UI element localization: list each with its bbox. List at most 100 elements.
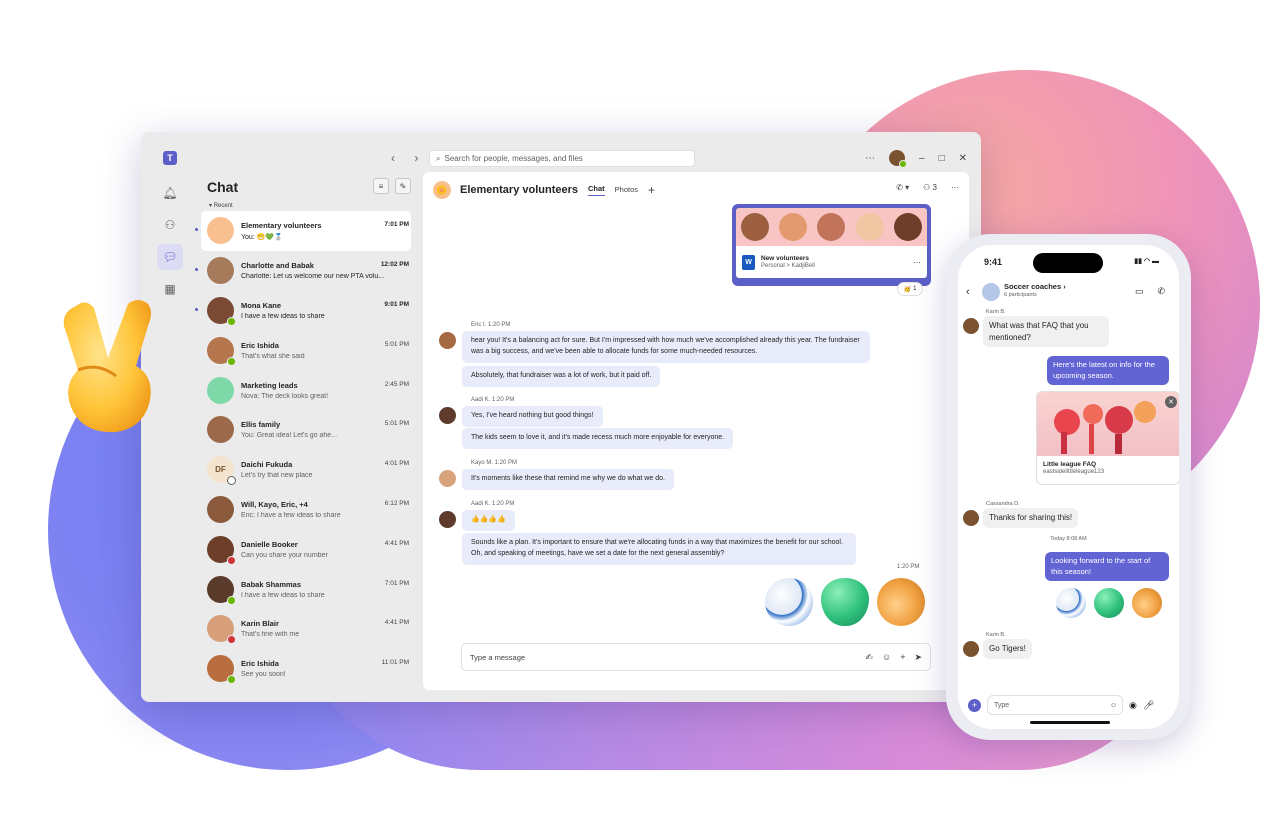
chat-preview: Nova: The deck looks great! [241,392,329,400]
phone-call-icon[interactable]: ✆ [1157,286,1165,297]
participants-button[interactable]: ⚇ 3 [923,183,937,192]
close-icon[interactable]: ✕ [1165,396,1177,408]
minimize-button[interactable]: – [919,153,925,164]
maximize-button[interactable]: □ [939,153,945,164]
communities-icon[interactable]: ⚇ [157,212,183,238]
chat-name: Danielle Booker [241,539,298,549]
phone-chat-header: ‹ Soccer coaches › 6 participants ▭ ✆ [958,281,1179,305]
format-icon[interactable]: ✍︎ [865,652,873,663]
self-message-time: 1:20 PM [897,564,920,570]
avatar [207,376,234,404]
presence-status-icon [227,635,236,645]
chat-preview: Charlotte: Let us welcome our new PTA vo… [241,273,385,281]
message-bubble[interactable]: hear you! It's a balancing act for sure.… [462,331,870,363]
emoji-icon[interactable]: ☺ [1110,702,1117,709]
message-bubble[interactable]: Go Tigers! [983,639,1032,659]
chat-time: 5:01 PM [384,420,409,428]
more-options-icon[interactable]: ⋯ [865,153,875,164]
presence-status-icon [227,595,236,605]
chat-list-item[interactable]: Babak Shammas 7:01 PM I have a few ideas t… [201,569,411,609]
chat-preview: Eric: I have a few ideas to share [241,511,341,519]
message-meta: Eric I. 1:20 PM [471,322,511,328]
phone-message-input[interactable]: Type ☺ [987,695,1123,715]
tab-chat[interactable]: Chat [588,184,605,196]
chat-list-item[interactable]: Karin Blair 4:41 PM That's fine with me [201,609,411,649]
avatar [207,217,234,245]
presence-status-icon [227,316,236,326]
microphone-icon[interactable]: 🎤︎ [1143,700,1154,711]
chat-icon[interactable]: 💬︎ [157,244,183,270]
filter-icon[interactable]: ≡ [373,178,389,194]
call-icon[interactable]: ✆ ▾ [896,183,909,192]
medal-emoji-icon[interactable] [877,578,925,626]
add-plus-icon[interactable]: + [968,698,981,712]
chat-list-item[interactable]: Elementary volunteers 7:01 PM You: 😁💚🥈 [195,211,411,251]
activity-bell-icon[interactable]: 🔔︎ [157,180,183,206]
file-more-icon[interactable]: ⋯ [913,258,921,267]
message-bubble[interactable]: What was that FAQ that you mentioned? [983,316,1109,348]
message-bubble[interactable]: Absolutely, that fundraiser was a lot of… [462,366,661,387]
title-bar: T ‹ › ⌕ Search for people, messages, and… [141,132,981,172]
message-bubble[interactable]: Sounds like a plan. It's important to en… [462,533,856,565]
attach-plus-icon[interactable]: + [900,652,905,663]
avatar [207,336,236,366]
soccer-ball-emoji-icon[interactable] [765,578,813,626]
close-button[interactable]: ✕ [959,153,967,164]
chat-name: Ellis family [241,420,281,430]
message-bubble[interactable]: Yes, I've heard nothing but good things! [462,406,603,427]
outgoing-message-bubble[interactable]: Here's the latest on info for the upcomi… [1047,356,1169,385]
chat-time: 4:01 PM [384,460,409,468]
message-composer[interactable]: Type a message ✍︎ ☺ + ➤ [461,643,931,671]
chat-name: Mona Kane [241,300,282,310]
send-icon[interactable]: ➤ [914,652,922,663]
medal-emoji-icon[interactable] [1132,588,1162,618]
chat-name: Daichi Fukuda [241,460,293,470]
message-bubble[interactable]: The kids seem to love it, and it's made … [462,428,734,449]
chat-list-item[interactable]: Danielle Booker 4:41 PM Can you share your… [201,529,411,569]
profile-avatar[interactable] [889,150,907,168]
outgoing-message-bubble[interactable]: Looking forward to the start of this sea… [1045,552,1169,581]
emoji-icon[interactable]: ☺ [882,652,891,663]
green-heart-emoji-icon[interactable] [1094,588,1124,618]
phone-chat-subtitle: 6 participants [1004,292,1037,298]
camera-icon[interactable]: ◉ [1129,700,1137,711]
message-meta: Aadi K. 1:20 PM [471,397,515,403]
new-chat-icon[interactable]: ✎ [395,178,411,194]
message-bubble[interactable]: Thanks for sharing this! [983,508,1079,528]
chat-preview: You: Great idea! Let's go ahe... [241,432,338,440]
message-bubble[interactable]: 👍👍👍👍 [462,510,515,531]
chat-list-item[interactable]: Ellis family 5:01 PM You: Great idea! Let'… [201,410,411,450]
chat-preview: Let's try that new place [241,472,313,480]
chat-list-item[interactable]: Marketing leads 2:45 PM Nova: The deck loo… [201,370,411,410]
chat-list-item[interactable]: DF Daichi Fukuda 4:01 PM Let's try that new… [201,450,411,490]
chat-list-item[interactable]: Will, Kayo, Eric, +4 6:12 PM Eric: I have … [201,490,411,530]
home-indicator [1030,721,1110,724]
chat-list-item[interactable]: Mona Kane 9:01 PM I have a few ideas to sh… [195,291,411,331]
tab-photos[interactable]: Photos [615,185,638,196]
link-preview-card[interactable]: ✕ Little league FAQ eastsidelittleleague… [1036,391,1179,485]
video-call-icon[interactable]: ▭ [1135,286,1144,297]
chat-list-item[interactable]: Eric Ishida 5:01 PM That's what she said [201,330,411,370]
chat-list-item[interactable]: Eric Ishida 11:01 PM See you soon! [201,649,411,689]
dynamic-island [1033,253,1103,273]
chat-preview: That's fine with me [241,631,300,639]
message-bubble[interactable]: It's moments like these that remind me w… [462,469,674,490]
recent-section-header[interactable]: ▾ Recent [209,202,233,209]
peace-hand-emoji-icon [63,300,151,433]
phone-chat-title[interactable]: Soccer coaches › [1004,282,1066,291]
link-url: eastsidelittleleague123 [1043,469,1105,475]
soccer-ball-emoji-icon[interactable] [1056,588,1086,618]
more-icon[interactable]: ⋯ [951,183,959,192]
chat-list-item[interactable]: Charlotte and Babak 12:02 PM Charlotte: Le… [195,251,411,291]
signal-wifi-battery-icon: ▮▮ ◠ ▬ [1134,258,1159,265]
reaction-chip[interactable]: 🥳 1 [897,282,923,296]
chat-preview: You: 😁💚🥈 [241,233,283,241]
chat-list-title: Chat [207,179,239,195]
history-nav[interactable]: ‹ › [391,151,426,165]
unread-dot [195,267,198,271]
back-chevron-icon[interactable]: ‹ [966,286,970,298]
add-tab-icon[interactable]: + [648,183,655,197]
search-box[interactable]: ⌕ Search for people, messages, and files [429,150,695,167]
shared-file-card[interactable]: W New volunteers Personal > KadjiBell ⋯ [732,204,931,286]
green-heart-emoji-icon[interactable] [821,578,869,626]
